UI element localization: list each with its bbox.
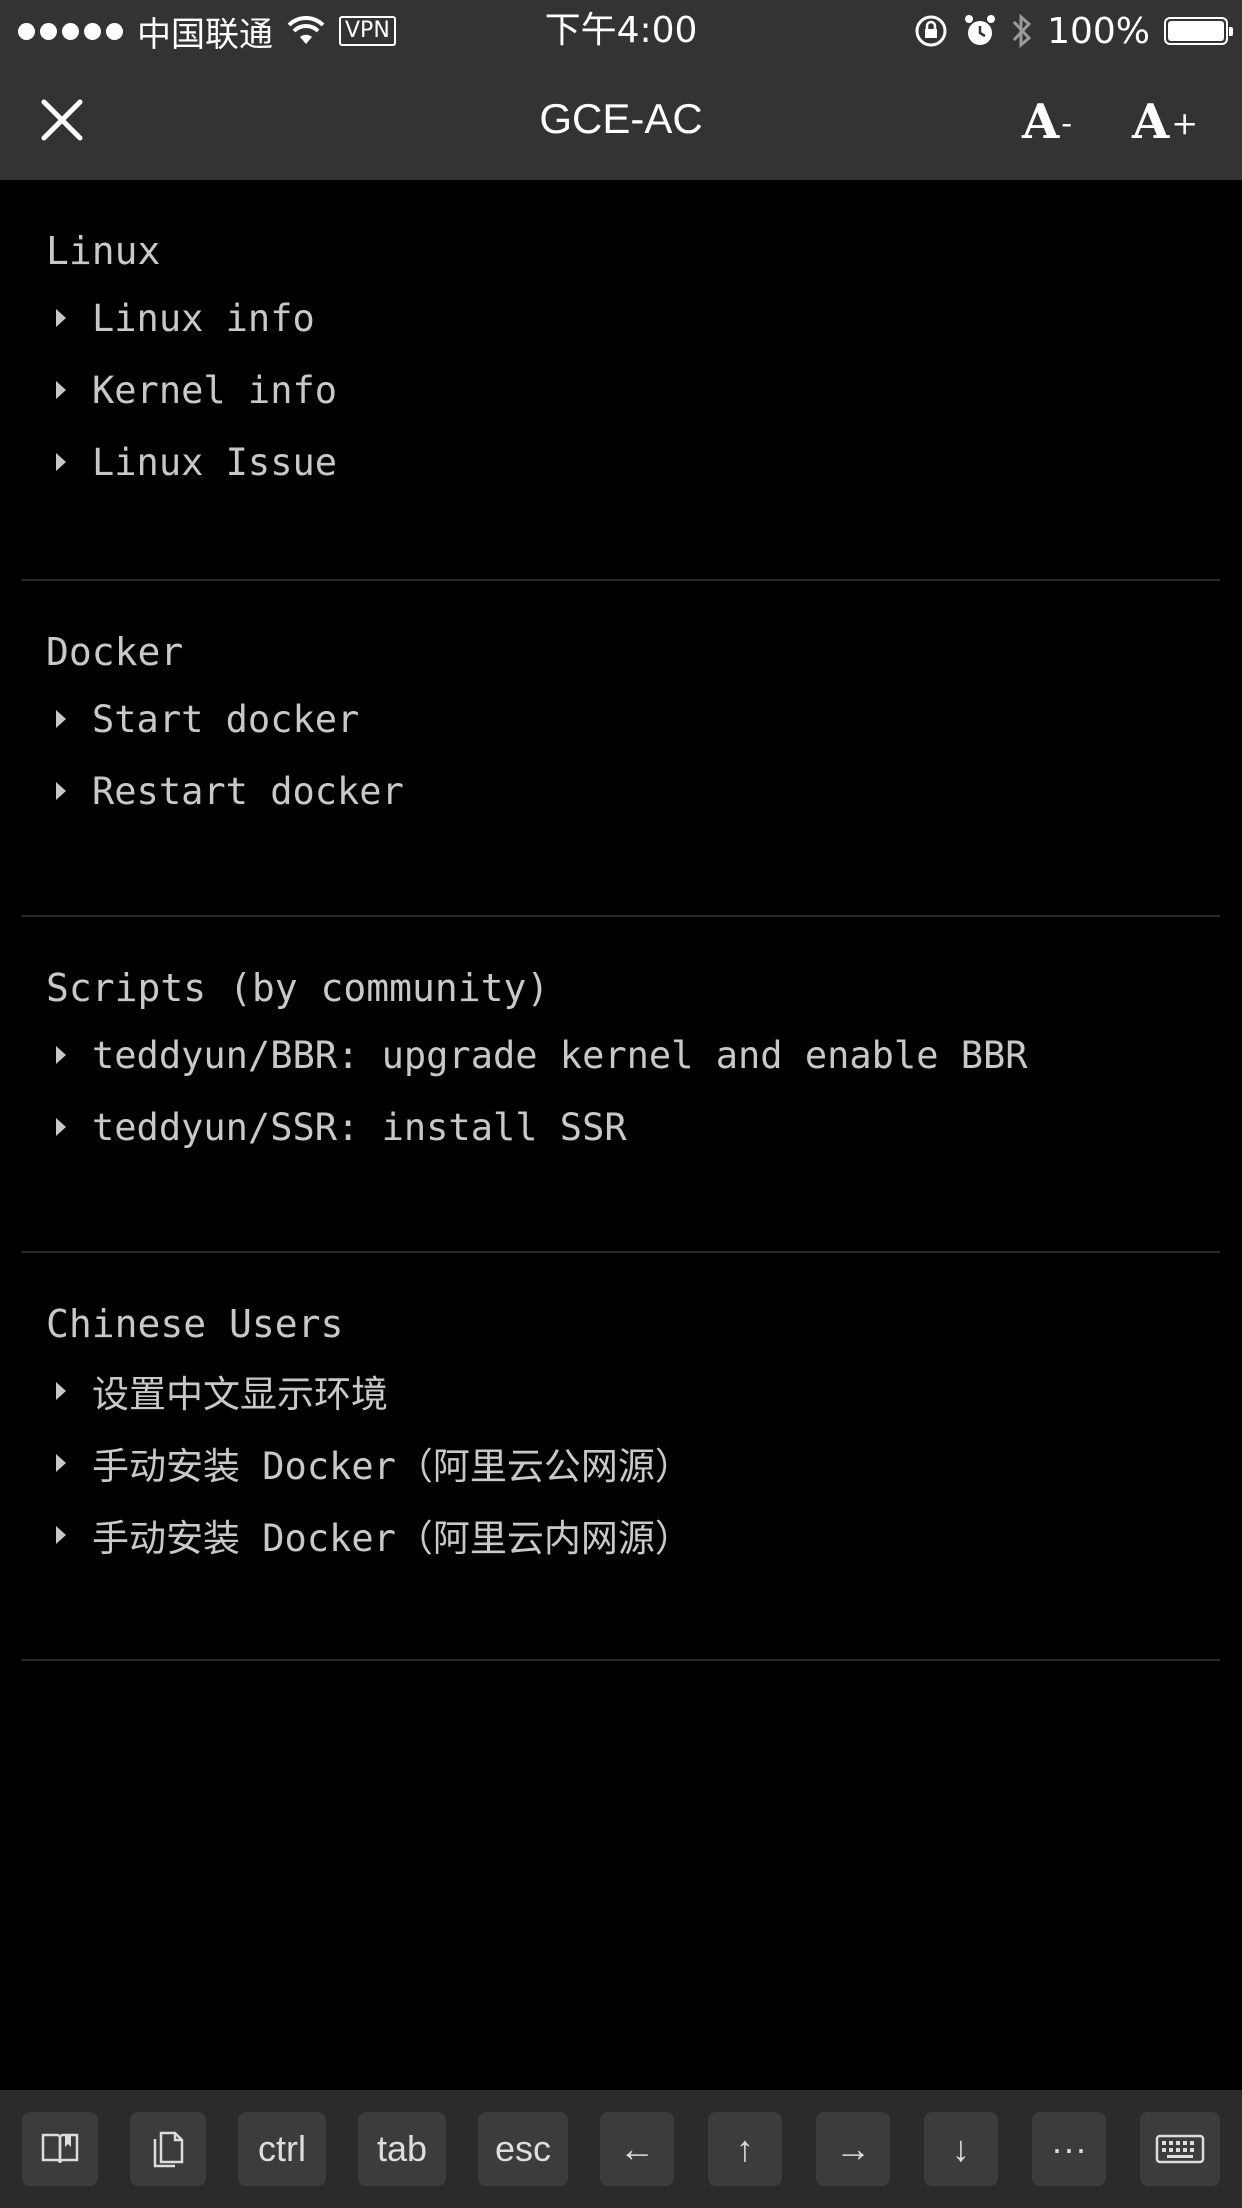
ctrl-key[interactable]: ctrl: [238, 2112, 326, 2186]
command-list: Linux Linux info Kernel info Linux Issue…: [22, 180, 1220, 1661]
list-item[interactable]: Linux info: [22, 282, 1220, 354]
more-key[interactable]: ···: [1032, 2112, 1106, 2186]
caret-right-icon: [56, 1382, 66, 1400]
caret-right-icon: [56, 782, 66, 800]
orientation-lock-icon: [915, 15, 947, 47]
caret-right-icon: [56, 381, 66, 399]
list-item-label: teddyun/SSR: install SSR: [92, 1105, 627, 1149]
status-right: 100%: [913, 0, 1233, 62]
paste-button[interactable]: [130, 2112, 206, 2186]
caret-right-icon: [56, 710, 66, 728]
list-item[interactable]: 手动安装 Docker（阿里云公网源）: [22, 1427, 1220, 1499]
keyboard-toolbar: ctrl tab esc ← ↑ → ↓ ···: [0, 2090, 1242, 2208]
list-item-label: Linux Issue: [92, 440, 338, 484]
battery-percentage: 100%: [1047, 10, 1150, 52]
list-item[interactable]: 手动安装 Docker（阿里云内网源）: [22, 1499, 1220, 1571]
list-item[interactable]: Restart docker: [22, 755, 1220, 827]
list-item-label: Restart docker: [92, 769, 404, 813]
caret-right-icon: [56, 1454, 66, 1472]
nav-bar: GCE-AC A- A+: [0, 62, 1242, 180]
list-item[interactable]: Kernel info: [22, 354, 1220, 426]
caret-right-icon: [56, 1118, 66, 1136]
list-item-label: 手动安装 Docker（阿里云公网源）: [92, 1445, 692, 1488]
bluetooth-icon: [1012, 13, 1032, 49]
arrow-left-key[interactable]: ←: [600, 2112, 674, 2186]
alarm-icon: [965, 15, 996, 45]
section-title: Linux: [46, 229, 161, 273]
tab-key[interactable]: tab: [358, 2112, 446, 2186]
battery-icon: [1164, 17, 1233, 45]
section-title: Scripts (by community): [46, 966, 550, 1010]
list-item[interactable]: Linux Issue: [22, 426, 1220, 498]
list-item-label: Linux info: [92, 296, 315, 340]
esc-key[interactable]: esc: [478, 2112, 568, 2186]
caret-right-icon: [56, 1046, 66, 1064]
arrow-down-key[interactable]: ↓: [924, 2112, 998, 2186]
section-title: Docker: [46, 630, 184, 674]
caret-right-icon: [56, 309, 66, 327]
keyboard-icon: [1155, 2134, 1205, 2164]
keyboard-toggle-button[interactable]: [1140, 2112, 1220, 2186]
font-decrease-sign: -: [1061, 104, 1073, 142]
list-item-label: 设置中文显示环境: [92, 1373, 388, 1416]
list-item[interactable]: 设置中文显示环境: [22, 1355, 1220, 1427]
caret-right-icon: [56, 453, 66, 471]
font-increase-sign: +: [1171, 104, 1199, 142]
status-bar: 中国联通 VPN 下午4:00 100%: [0, 0, 1242, 62]
list-item[interactable]: teddyun/SSR: install SSR: [22, 1091, 1220, 1163]
list-item-label: Start docker: [92, 697, 360, 741]
caret-right-icon: [56, 1526, 66, 1544]
arrow-up-key[interactable]: ↑: [708, 2112, 782, 2186]
font-decrease-label: A: [1022, 94, 1060, 150]
font-increase-label: A: [1132, 94, 1170, 150]
list-item[interactable]: teddyun/BBR: upgrade kernel and enable B…: [22, 1019, 1220, 1091]
section-linux: Linux Linux info Kernel info Linux Issue: [22, 220, 1220, 581]
arrow-right-key[interactable]: →: [816, 2112, 890, 2186]
font-decrease-button[interactable]: A-: [1022, 84, 1072, 160]
list-item-label: Kernel info: [92, 368, 338, 412]
section-scripts: Scripts (by community) teddyun/BBR: upgr…: [22, 957, 1220, 1253]
list-item-label: 手动安装 Docker（阿里云内网源）: [92, 1517, 692, 1560]
section-title: Chinese Users: [46, 1302, 344, 1346]
section-chinese-users: Chinese Users 设置中文显示环境 手动安装 Docker（阿里云公网…: [22, 1293, 1220, 1661]
book-icon: [41, 2133, 79, 2164]
font-increase-button[interactable]: A+: [1132, 84, 1198, 160]
list-item[interactable]: Start docker: [22, 683, 1220, 755]
list-item-label: teddyun/BBR: upgrade kernel and enable B…: [92, 1033, 1028, 1077]
section-docker: Docker Start docker Restart docker: [22, 621, 1220, 917]
copy-icon: [153, 2131, 184, 2168]
snippets-button[interactable]: [22, 2112, 98, 2186]
